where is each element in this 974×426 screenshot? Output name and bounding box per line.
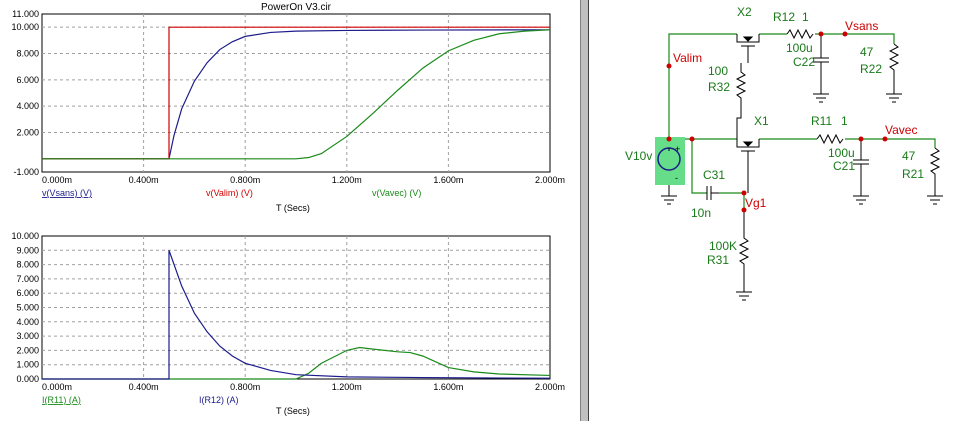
r12-label: R12 xyxy=(773,10,795,24)
y-tick-label: 6.000 xyxy=(16,75,39,85)
x-tick-label: 1.200m xyxy=(332,175,362,185)
y-tick-label: 8.000 xyxy=(16,260,39,270)
r12-value: 1 xyxy=(802,10,809,24)
legend-entry-1[interactable]: v(Valim) (V) xyxy=(206,188,253,198)
y-tick-label: 8.000 xyxy=(16,49,39,59)
r11-value: 1 xyxy=(841,114,848,128)
source-plus-label: + xyxy=(675,144,680,154)
x1-label: X1 xyxy=(754,114,769,128)
y-tick-label: 10.000 xyxy=(11,231,39,241)
x-tick-label: 2.000m xyxy=(535,175,565,185)
vavec-net-label: Vavec xyxy=(885,123,917,137)
r21-label: R21 xyxy=(902,167,924,181)
x-tick-label: 1.600m xyxy=(433,382,463,392)
schematic-canvas: + - X2 R12 1 100u C22 47 R22 100 R32 X1 … xyxy=(625,5,943,301)
y-tick-label: 2.000 xyxy=(16,128,39,138)
legend-entry-0[interactable]: I(R11) (A) xyxy=(42,395,81,405)
r32-value: 100 xyxy=(708,64,728,78)
component-wires xyxy=(661,28,943,301)
x-tick-label: 0.800m xyxy=(230,382,260,392)
y-tick-label: 7.000 xyxy=(16,274,39,284)
y-tick-label: 11.000 xyxy=(12,9,39,19)
y-tick-label: 10.000 xyxy=(11,22,39,32)
x-tick-label: 0.400m xyxy=(129,382,159,392)
schematic-editor[interactable]: + - X2 R12 1 100u C22 47 R22 100 R32 X1 … xyxy=(589,0,974,421)
r22-value: 47 xyxy=(860,45,874,59)
c22-value: 100u xyxy=(786,41,813,55)
c21-label: C21 xyxy=(833,159,855,173)
current-plot: 0.000m 0.400m 0.800m 1.200m 1.600m 2.000m 0.00… xyxy=(11,231,565,416)
legend-entry-0[interactable]: v(Vsans) (V) xyxy=(42,188,92,198)
legend-entry-1[interactable]: I(R12) (A) xyxy=(199,395,239,405)
y-tick-label: 3.000 xyxy=(16,331,39,341)
waveform-plots: PowerOn V3.cir 0.000m 0.400m 0.800m 1.200m 1.… xyxy=(11,2,565,416)
pane-divider[interactable] xyxy=(580,0,589,421)
x2-label: X2 xyxy=(737,5,752,19)
y-tick-label: 0.000 xyxy=(16,374,39,384)
x-tick-label: 0.000m xyxy=(42,382,72,392)
voltage-plot: PowerOn V3.cir 0.000m 0.400m 0.800m 1.200m 1.… xyxy=(11,2,565,213)
x-tick-label: 0.400m xyxy=(129,175,159,185)
y-tick-label: 4.000 xyxy=(16,101,39,111)
y-tick-label: 5.000 xyxy=(16,303,39,313)
y-tick-label: 4.000 xyxy=(16,317,39,327)
vg1-net-label: Vg1 xyxy=(745,196,767,210)
x-axis-title: T (Secs) xyxy=(276,203,310,213)
r32-label: R32 xyxy=(708,80,730,94)
y-tick-label: 2.000 xyxy=(16,345,39,355)
legend-entry-2[interactable]: v(Vavec) (V) xyxy=(372,188,421,198)
plot-area xyxy=(41,13,551,173)
valim-net-label: Valim xyxy=(673,51,702,65)
y-tick-label: -1.000 xyxy=(13,167,39,177)
y-tick-label: 1.000 xyxy=(16,360,39,370)
r31-label: R31 xyxy=(707,253,729,267)
r22-label: R22 xyxy=(860,62,882,76)
r31-value: 100K xyxy=(709,239,737,253)
x-tick-label: 1.200m xyxy=(332,382,362,392)
vsans-net-label: Vsans xyxy=(845,19,878,33)
x-tick-label: 0.800m xyxy=(230,175,260,185)
y-tick-label: 6.000 xyxy=(16,288,39,298)
c21-value: 100u xyxy=(828,146,855,160)
x-axis-title: T (Secs) xyxy=(276,406,310,416)
x-tick-label: 2.000m xyxy=(535,382,565,392)
c31-label: C31 xyxy=(703,168,725,182)
c31-value: 10n xyxy=(691,206,711,220)
chart-title: PowerOn V3.cir xyxy=(261,2,332,13)
v10v-label: V10v xyxy=(625,149,652,163)
source-minus-label: - xyxy=(675,173,678,183)
x-tick-label: 0.000m xyxy=(42,175,72,185)
r11-label: R11 xyxy=(811,114,832,128)
waveform-viewer[interactable]: PowerOn V3.cir 0.000m 0.400m 0.800m 1.200m 1.… xyxy=(0,0,580,421)
c22-label: C22 xyxy=(793,55,815,69)
y-tick-label: 9.000 xyxy=(16,245,39,255)
r21-value: 47 xyxy=(902,149,916,163)
x-tick-label: 1.600m xyxy=(433,175,463,185)
